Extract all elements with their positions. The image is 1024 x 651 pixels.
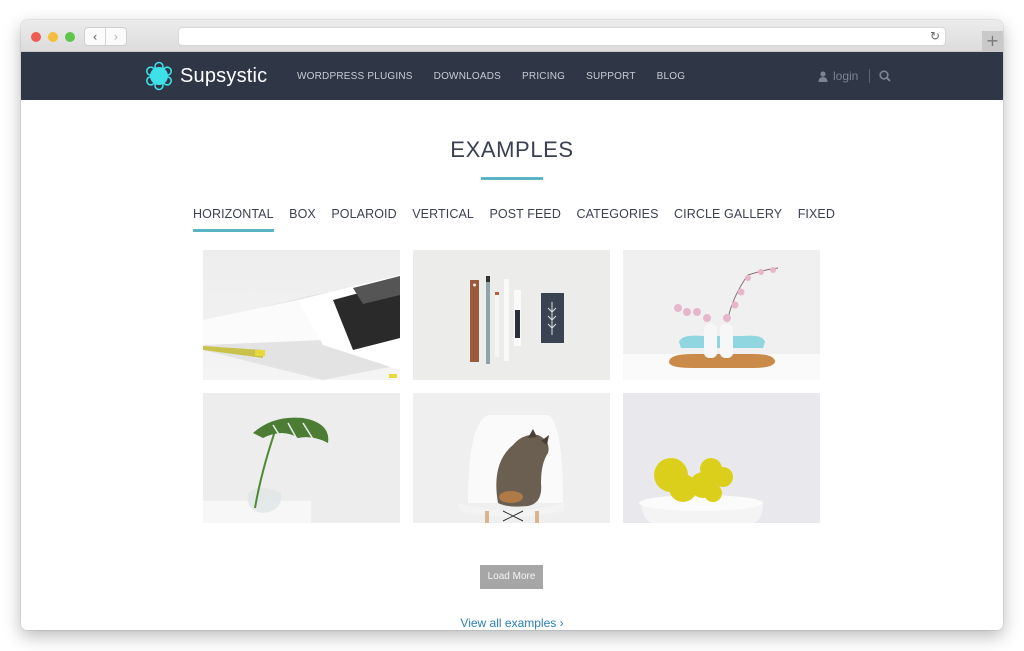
tab-fixed[interactable]: FIXED <box>798 207 835 232</box>
stationery-illustration <box>470 276 564 364</box>
login-link[interactable]: login <box>833 69 858 83</box>
tab-polaroid[interactable]: POLAROID <box>331 207 396 232</box>
tab-horizontal[interactable]: HORIZONTAL <box>193 207 274 232</box>
history-buttons: ‹ › <box>84 27 127 46</box>
title-underline <box>481 177 543 180</box>
site-header: Supsystic WORDPRESS PLUGINS DOWNLOADS PR… <box>21 52 1003 100</box>
cactus-illustration <box>639 458 763 523</box>
view-all-examples: View all examples › <box>21 616 1003 630</box>
menu-item-wordpress-plugins[interactable]: WORDPRESS PLUGINS <box>297 71 413 82</box>
menu-item-blog[interactable]: BLOG <box>657 71 686 82</box>
example-tabs: HORIZONTAL BOX POLAROID VERTICAL POST FE… <box>193 207 851 232</box>
forward-button[interactable]: › <box>105 28 126 45</box>
close-window-button[interactable] <box>31 32 41 42</box>
gallery-grid <box>203 250 820 523</box>
vases-illustration <box>623 267 820 380</box>
main-menu: WORDPRESS PLUGINS DOWNLOADS PRICING SUPP… <box>297 52 706 100</box>
gallery-image-stationery[interactable] <box>413 250 610 380</box>
gallery-image-vases[interactable] <box>623 250 820 380</box>
view-all-examples-link[interactable]: View all examples › <box>460 616 563 630</box>
search-icon[interactable] <box>879 70 892 82</box>
page-content: EXAMPLES HORIZONTAL BOX POLAROID VERTICA… <box>21 100 1003 630</box>
book-illustration <box>203 275 400 380</box>
maximize-window-button[interactable] <box>65 32 75 42</box>
cat-illustration <box>458 415 565 523</box>
tab-vertical[interactable]: VERTICAL <box>412 207 474 232</box>
gallery-image-cat[interactable] <box>413 393 610 523</box>
tab-box[interactable]: BOX <box>289 207 316 232</box>
logo[interactable]: Supsystic <box>144 61 267 91</box>
browser-titlebar: ‹ › ↻ + <box>21 20 1003 52</box>
gallery-image-book[interactable] <box>203 250 400 380</box>
tab-post-feed[interactable]: POST FEED <box>489 207 561 232</box>
user-icon <box>818 70 828 82</box>
menu-item-support[interactable]: SUPPORT <box>586 71 636 82</box>
brand-name: Supsystic <box>180 64 268 87</box>
logo-icon <box>146 61 173 91</box>
new-tab-button[interactable]: + <box>982 31 1003 52</box>
reload-icon[interactable]: ↻ <box>930 29 940 43</box>
browser-window: ‹ › ↻ + Supsystic WORDPRESS PLUGINS DOWN… <box>21 20 1003 630</box>
divider <box>869 69 871 83</box>
tab-circle-gallery[interactable]: CIRCLE GALLERY <box>674 207 782 232</box>
address-bar[interactable]: ↻ <box>178 27 946 46</box>
load-more-button[interactable]: Load More <box>480 565 543 589</box>
monstera-illustration <box>203 417 329 523</box>
gallery-image-cactus[interactable] <box>623 393 820 523</box>
gallery-image-monstera[interactable] <box>203 393 400 523</box>
menu-item-pricing[interactable]: PRICING <box>522 71 565 82</box>
tab-categories[interactable]: CATEGORIES <box>576 207 658 232</box>
account-area: login <box>818 52 892 100</box>
minimize-window-button[interactable] <box>48 32 58 42</box>
page-title: EXAMPLES <box>450 137 574 162</box>
back-button[interactable]: ‹ <box>85 28 105 45</box>
menu-item-downloads[interactable]: DOWNLOADS <box>434 71 501 82</box>
